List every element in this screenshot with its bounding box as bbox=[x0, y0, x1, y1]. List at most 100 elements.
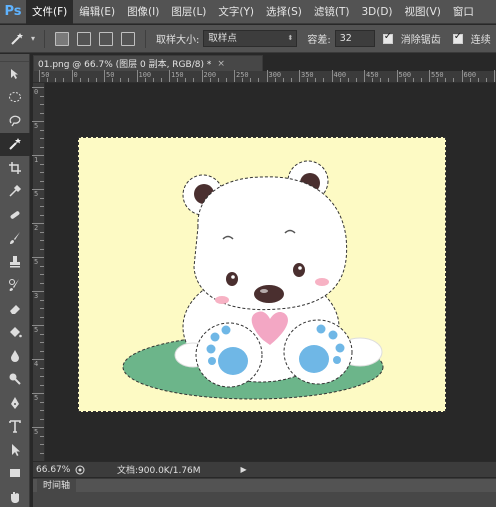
brush-tool-icon[interactable] bbox=[0, 227, 30, 251]
ruler-tick-label: 5 bbox=[34, 428, 39, 436]
ruler-tick bbox=[40, 401, 44, 403]
ruler-tick bbox=[32, 427, 44, 428]
eraser-tool-icon[interactable] bbox=[0, 297, 30, 321]
document-canvas[interactable] bbox=[78, 137, 446, 412]
history-brush-tool-icon[interactable] bbox=[0, 274, 30, 298]
ruler-tick bbox=[71, 70, 73, 82]
close-icon[interactable]: × bbox=[217, 59, 225, 69]
horizontal-ruler[interactable]: 5005010015020025030035040045050055060065… bbox=[33, 70, 496, 83]
paw-pad-right bbox=[299, 345, 329, 373]
ruler-tick bbox=[40, 274, 44, 275]
ruler-tick bbox=[40, 95, 44, 97]
paint-bucket-tool-icon[interactable] bbox=[0, 321, 30, 345]
add-to-selection-button[interactable] bbox=[77, 31, 91, 46]
new-selection-button[interactable] bbox=[55, 31, 69, 46]
healing-brush-tool-icon[interactable] bbox=[0, 203, 30, 227]
menu-layer[interactable]: 图层(L) bbox=[165, 0, 212, 24]
ruler-tick bbox=[372, 78, 374, 82]
ruler-tick bbox=[47, 78, 49, 82]
ruler-tick bbox=[388, 78, 390, 82]
marquee-tool-icon[interactable] bbox=[0, 86, 30, 110]
menu-image[interactable]: 图像(I) bbox=[121, 0, 165, 24]
ruler-tick bbox=[437, 78, 439, 82]
zoom-level[interactable]: 66.67% bbox=[33, 465, 73, 475]
paw-pad-left bbox=[218, 347, 248, 375]
ruler-tick bbox=[364, 70, 365, 82]
ruler-tick bbox=[290, 78, 292, 82]
ruler-tick bbox=[412, 78, 414, 82]
bear-eye-left-highlight bbox=[231, 275, 235, 279]
pen-tool-icon[interactable] bbox=[0, 391, 30, 415]
ruler-tick bbox=[242, 78, 244, 82]
ruler-tick bbox=[217, 78, 219, 82]
intersect-selection-button[interactable] bbox=[121, 31, 135, 46]
ruler-tick-label: 5 bbox=[34, 258, 39, 266]
status-bar: 66.67% 文档:900.0K/1.76M ▶ bbox=[33, 461, 496, 477]
toe-pad bbox=[208, 357, 216, 365]
ruler-tick bbox=[40, 129, 44, 131]
ruler-tick bbox=[347, 78, 349, 82]
ruler-tick bbox=[266, 70, 268, 82]
ruler-tick bbox=[32, 121, 44, 122]
options-bar: ▾ 取样大小: 取样点 ⬍ 容差: 32 消除锯齿 连续 bbox=[0, 25, 496, 53]
lasso-tool-icon[interactable] bbox=[0, 109, 30, 133]
tolerance-input[interactable]: 32 bbox=[334, 30, 375, 47]
toe-pad bbox=[335, 343, 345, 353]
ruler-tick bbox=[40, 418, 44, 420]
timeline-tab[interactable]: 时间轴 bbox=[37, 479, 77, 493]
eyedropper-tool-icon[interactable] bbox=[0, 180, 30, 204]
divider bbox=[145, 29, 146, 48]
document-info: 文档:900.0K/1.76M bbox=[117, 466, 201, 476]
photoshop-logo[interactable]: Ps bbox=[0, 0, 26, 24]
ruler-tick bbox=[40, 231, 44, 233]
ruler-tick bbox=[40, 444, 44, 445]
ruler-tick bbox=[32, 87, 44, 88]
status-menu-arrow-icon[interactable]: ▶ bbox=[241, 465, 247, 474]
vertical-ruler[interactable]: 0 5 1 5 2 5 3 5 4 5 5 bbox=[32, 83, 45, 461]
move-tool-icon[interactable] bbox=[0, 62, 30, 86]
ruler-tick-label: 3 bbox=[34, 292, 39, 300]
contiguous-checkbox[interactable] bbox=[452, 31, 463, 44]
document-tab[interactable]: 01.png @ 66.7% (图层 0 副本, RGB/8) * × bbox=[33, 55, 263, 71]
crop-tool-icon[interactable] bbox=[0, 156, 30, 180]
ruler-tick bbox=[40, 410, 44, 411]
ruler-tick bbox=[40, 308, 44, 309]
bear-illustration bbox=[122, 160, 384, 400]
menu-edit[interactable]: 编辑(E) bbox=[73, 0, 121, 24]
ruler-tick bbox=[63, 78, 65, 82]
ruler-tick bbox=[477, 78, 479, 82]
document-tab-title: 01.png @ 66.7% (图层 0 副本, RGB/8) * bbox=[38, 60, 212, 70]
menu-filter[interactable]: 滤镜(T) bbox=[308, 0, 356, 24]
tool-preset-picker[interactable] bbox=[6, 29, 28, 49]
magic-wand-tool-icon[interactable] bbox=[0, 132, 30, 156]
menu-bar: Ps 文件(F) 编辑(E) 图像(I) 图层(L) 文字(Y) 选择(S) 滤… bbox=[0, 0, 496, 24]
rectangle-tool-icon[interactable] bbox=[0, 462, 30, 486]
bear-nose-highlight bbox=[260, 289, 268, 293]
ruler-tick bbox=[40, 138, 44, 139]
tolerance-label: 容差: bbox=[307, 35, 331, 46]
type-tool-icon[interactable] bbox=[0, 415, 30, 439]
share-icon[interactable] bbox=[73, 464, 87, 476]
hand-tool-icon[interactable] bbox=[0, 485, 30, 507]
sample-size-select[interactable]: 取样点 ⬍ bbox=[203, 30, 298, 47]
menu-select[interactable]: 选择(S) bbox=[260, 0, 308, 24]
blur-tool-icon[interactable] bbox=[0, 344, 30, 368]
toolbox-grip[interactable] bbox=[0, 54, 29, 62]
menu-3d[interactable]: 3D(D) bbox=[355, 0, 398, 24]
chevron-down-icon[interactable]: ▾ bbox=[28, 34, 38, 43]
antialias-checkbox[interactable] bbox=[382, 31, 393, 44]
dodge-tool-icon[interactable] bbox=[0, 368, 30, 392]
ruler-tick bbox=[185, 78, 187, 82]
subtract-from-selection-button[interactable] bbox=[99, 31, 113, 46]
timeline-panel-body bbox=[33, 492, 496, 507]
clone-stamp-tool-icon[interactable] bbox=[0, 250, 30, 274]
menu-type[interactable]: 文字(Y) bbox=[212, 0, 260, 24]
ruler-tick bbox=[104, 70, 105, 82]
menu-file[interactable]: 文件(F) bbox=[26, 0, 74, 24]
path-selection-tool-icon[interactable] bbox=[0, 438, 30, 462]
menu-window[interactable]: 窗口 bbox=[447, 0, 480, 24]
ruler-tick bbox=[40, 350, 44, 352]
ruler-tick bbox=[32, 257, 44, 258]
ruler-tick bbox=[40, 316, 44, 318]
menu-view[interactable]: 视图(V) bbox=[399, 0, 447, 24]
